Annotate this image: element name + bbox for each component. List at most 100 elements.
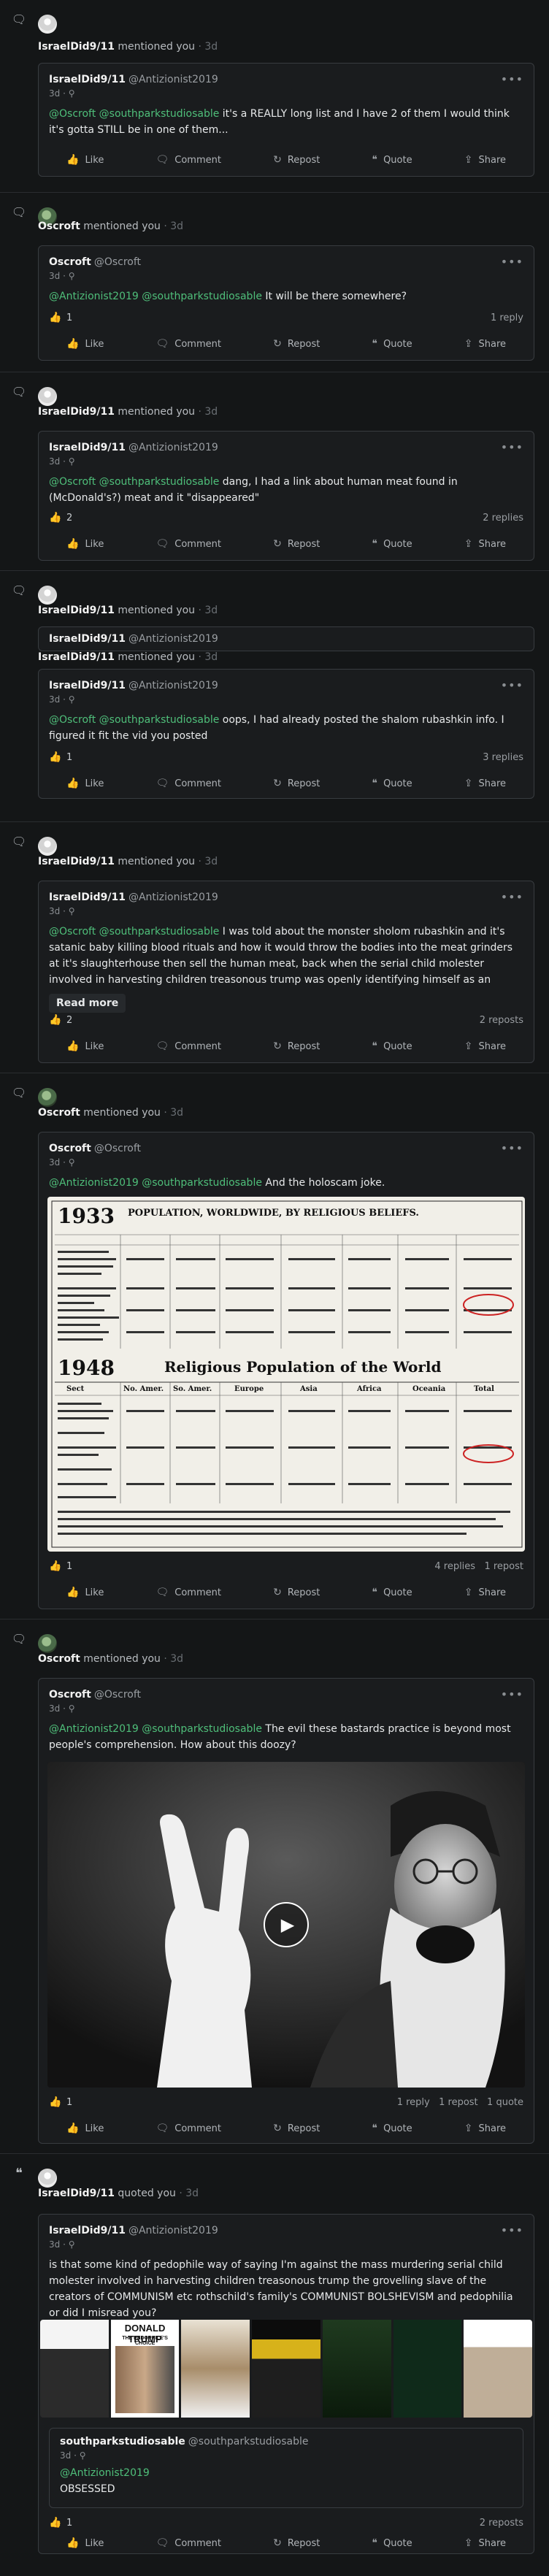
mention-link[interactable]: @Oscroft @southparkstudiosable (49, 476, 219, 488)
notification-mention[interactable]: 🗨 Oscroft mentioned you · 3d Oscroft @Osc… (0, 193, 549, 372)
collage-image[interactable] (393, 2320, 462, 2418)
engagement-stats[interactable]: 2 reposts (480, 2518, 523, 2529)
avatar[interactable] (38, 1088, 57, 1107)
collage-image[interactable]: DONALD TRUMP THE PEDOPHILE'S CHOICE (110, 2320, 180, 2418)
author-name[interactable]: Oscroft (49, 1689, 91, 1701)
avatar[interactable] (38, 1634, 57, 1653)
author-name[interactable]: IsraelDid9/11 (49, 442, 126, 453)
mention-link[interactable]: @Oscroft @southparkstudiosable (49, 926, 219, 938)
play-icon[interactable]: ▶ (264, 1902, 309, 1947)
avatar[interactable] (38, 15, 57, 34)
like-button[interactable]: 👍 Like (49, 776, 121, 791)
author-handle[interactable]: @Antizionist2019 (128, 892, 218, 903)
collage-image[interactable] (252, 2320, 320, 2418)
author-handle[interactable]: @Antizionist2019 (128, 680, 218, 691)
author-handle[interactable]: @Antizionist2019 (128, 74, 218, 85)
like-button[interactable]: 👍 Like (49, 1585, 121, 1600)
notification-mention[interactable]: 🗨 Oscroft mentioned you · 3d Oscroft @Osc… (0, 1619, 549, 2154)
share-button[interactable]: ⇪ Share (447, 537, 523, 551)
avatar[interactable] (38, 2169, 57, 2188)
quote-button[interactable]: ❝ Quote (355, 337, 430, 351)
quoted-post-card[interactable]: southparkstudiosable @southparkstudiosabl… (49, 2428, 523, 2508)
comment-button[interactable]: 🗨 Comment (139, 537, 239, 551)
share-button[interactable]: ⇪ Share (447, 2536, 523, 2550)
user-name[interactable]: IsraelDid9/11 (38, 41, 115, 53)
collage-image[interactable] (322, 2320, 391, 2418)
comment-button[interactable]: 🗨 Comment (139, 2121, 239, 2136)
quote-button[interactable]: ❝ Quote (355, 776, 430, 791)
author-handle[interactable]: @southparkstudiosable (188, 2436, 309, 2447)
like-button[interactable]: 👍 Like (49, 1039, 121, 1054)
more-options-icon[interactable]: ••• (501, 890, 523, 904)
like-button[interactable]: 👍 Like (49, 337, 121, 351)
quote-button[interactable]: ❝ Quote (355, 2536, 430, 2550)
more-options-icon[interactable]: ••• (501, 255, 523, 269)
more-options-icon[interactable]: ••• (501, 1687, 523, 1701)
notification-mention[interactable]: 🗨 IsraelDid9/11 mentioned you · 3d Israe… (0, 571, 549, 822)
quote-button[interactable]: ❝ Quote (355, 1585, 430, 1600)
more-options-icon[interactable]: ••• (501, 1141, 523, 1155)
user-name[interactable]: IsraelDid9/11 (38, 2188, 115, 2199)
share-button[interactable]: ⇪ Share (447, 776, 523, 791)
like-button[interactable]: 👍 Like (49, 2121, 121, 2136)
notification-mention[interactable]: 🗨 IsraelDid9/11 mentioned you · 3d Israe… (0, 822, 549, 1073)
repost-button[interactable]: ↻ Repost (256, 2121, 337, 2136)
comment-button[interactable]: 🗨 Comment (139, 153, 239, 167)
quote-button[interactable]: ❝ Quote (355, 153, 430, 167)
collage-image[interactable] (181, 2320, 250, 2418)
author-name[interactable]: IsraelDid9/11 (49, 892, 126, 903)
avatar[interactable] (38, 387, 57, 406)
mention-link[interactable]: @Antizionist2019 @southparkstudiosable (49, 291, 262, 302)
comment-button[interactable]: 🗨 Comment (139, 1585, 239, 1600)
post-card[interactable]: IsraelDid9/11 @Antizionist2019 3d · ⚲ •••… (38, 881, 534, 1063)
comment-button[interactable]: 🗨 Comment (139, 2536, 239, 2550)
quote-button[interactable]: ❝ Quote (355, 2121, 430, 2136)
user-name[interactable]: IsraelDid9/11 (38, 406, 115, 418)
engagement-stats[interactable]: 3 replies (483, 752, 523, 763)
more-options-icon[interactable]: ••• (501, 2223, 523, 2237)
quote-button[interactable]: ❝ Quote (355, 537, 430, 551)
author-name[interactable]: IsraelDid9/11 (49, 2225, 126, 2236)
author-handle[interactable]: @Oscroft (94, 256, 141, 268)
repost-button[interactable]: ↻ Repost (256, 153, 337, 167)
author-name[interactable]: IsraelDid9/11 (49, 74, 126, 85)
repost-button[interactable]: ↻ Repost (256, 537, 337, 551)
post-card[interactable]: Oscroft @Oscroft 3d · ⚲ ••• @Antizionist2… (38, 245, 534, 361)
quote-button[interactable]: ❝ Quote (355, 1039, 430, 1054)
comment-button[interactable]: 🗨 Comment (139, 337, 239, 351)
mention-link[interactable]: @Oscroft @southparkstudiosable (49, 714, 219, 726)
engagement-stats[interactable]: 4 replies 1 repost (434, 1561, 523, 1572)
post-card[interactable]: IsraelDid9/11 @Antizionist2019 3d · ⚲ •••… (38, 431, 534, 561)
more-options-icon[interactable]: ••• (501, 72, 523, 86)
repost-button[interactable]: ↻ Repost (256, 1039, 337, 1054)
notification-mention[interactable]: 🗨 Oscroft mentioned you · 3d Oscroft @Osc… (0, 1073, 549, 1619)
mention-link[interactable]: @Antizionist2019 (60, 2465, 512, 2481)
author-handle[interactable]: @Antizionist2019 (128, 2225, 218, 2236)
author-handle[interactable]: @Oscroft (94, 1689, 141, 1701)
comment-button[interactable]: 🗨 Comment (139, 776, 239, 791)
user-name[interactable]: Oscroft (38, 221, 80, 232)
mention-link[interactable]: @Oscroft @southparkstudiosable (49, 108, 219, 120)
collage-image[interactable] (40, 2320, 109, 2418)
post-image[interactable]: 1933 POPULATION, WORLDWIDE, BY RELIGIOUS… (47, 1197, 525, 1552)
user-name[interactable]: Oscroft (38, 1107, 80, 1119)
post-video[interactable]: ▶ (47, 1762, 525, 2088)
repost-button[interactable]: ↻ Repost (256, 2536, 337, 2550)
comment-button[interactable]: 🗨 Comment (139, 1039, 239, 1054)
notification-mention[interactable]: 🗨 IsraelDid9/11 mentioned you · 3d Israe… (0, 372, 549, 571)
notification-quote[interactable]: ❝ IsraelDid9/11 quoted you · 3d IsraelDi… (0, 2154, 549, 2563)
author-name[interactable]: Oscroft (49, 256, 91, 268)
share-button[interactable]: ⇪ Share (447, 337, 523, 351)
share-button[interactable]: ⇪ Share (447, 1585, 523, 1600)
user-name[interactable]: IsraelDid9/11 (38, 651, 115, 663)
post-card[interactable]: Oscroft @Oscroft 3d · ⚲ ••• @Antizionist2… (38, 1132, 534, 1609)
notification-mention[interactable]: 🗨 IsraelDid9/11 mentioned you · 3d Israe… (0, 0, 549, 193)
repost-button[interactable]: ↻ Repost (256, 337, 337, 351)
author-name[interactable]: IsraelDid9/11 (49, 680, 126, 691)
collage-image[interactable] (464, 2320, 532, 2418)
post-card[interactable]: IsraelDid9/11 @Antizionist2019 3d · ⚲ •••… (38, 2214, 534, 2554)
post-card[interactable]: Oscroft @Oscroft 3d · ⚲ ••• @Antizionist2… (38, 1678, 534, 2144)
avatar[interactable] (38, 837, 57, 856)
author-name[interactable]: Oscroft (49, 1143, 91, 1154)
author-name[interactable]: IsraelDid9/11 (49, 633, 126, 645)
